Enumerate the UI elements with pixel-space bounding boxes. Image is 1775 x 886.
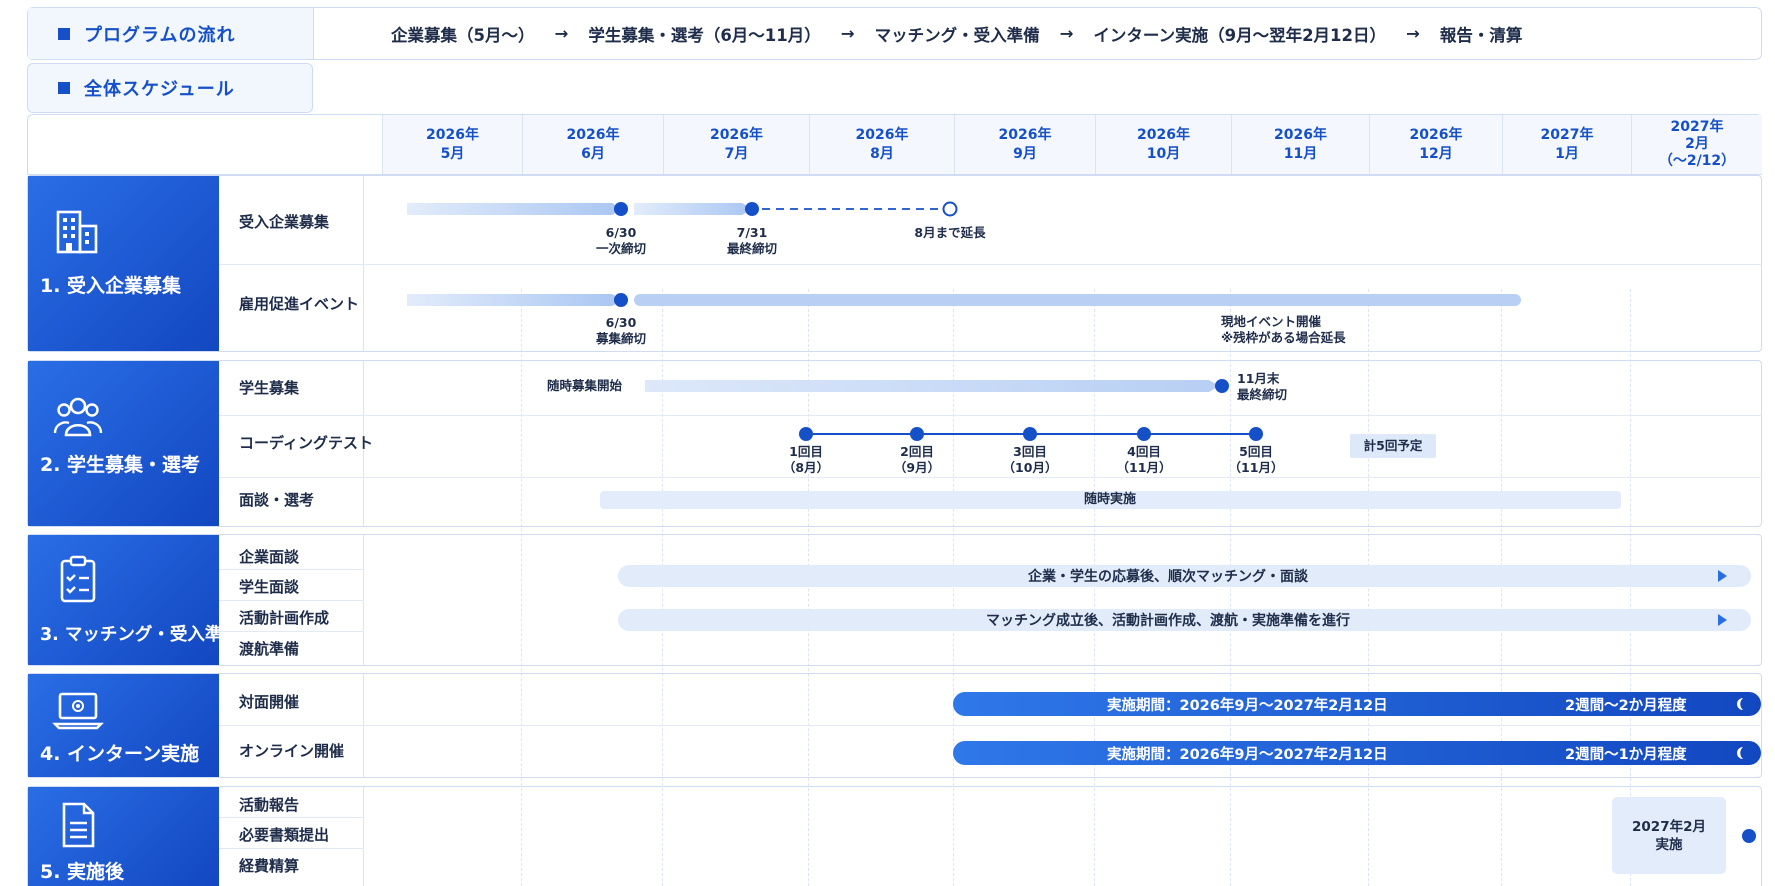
flow-step: 企業募集（5月〜）	[391, 25, 535, 45]
program-flow-steps: 企業募集（5月〜） → 学生募集・選考（6月〜11月） → マッチング・受入準備…	[314, 8, 1761, 59]
bar-company-recruit-1	[407, 203, 622, 215]
flow-step: 学生募集・選考（6月〜11月）	[588, 25, 821, 45]
flow-step: マッチング・受入準備	[874, 25, 1040, 45]
matching-bar-text-1: 企業・学生の応募後、順次マッチング・面談	[1028, 569, 1308, 585]
bar-event-1	[407, 294, 622, 306]
test-total-badge: 計5回予定	[1363, 438, 1423, 453]
recruit-start-label: 随時募集開始	[547, 378, 623, 393]
online-period: 実施期間：2026年9月〜2027年2月12日	[1107, 747, 1388, 763]
milestone-label: 6/30 一次締切	[595, 225, 646, 256]
test-label: 5回目 （11月）	[1228, 444, 1284, 475]
square-bullet-icon	[58, 27, 70, 40]
timeline-overlay	[407, 201, 1761, 874]
recruit-end-label: 11月末 最終締切	[1237, 371, 1288, 402]
test-dot	[1137, 427, 1151, 441]
onsite-duration: 2週間〜2か月程度	[1565, 698, 1687, 714]
milestone-dot	[614, 202, 628, 216]
milestone-dot	[1742, 829, 1756, 843]
bar-student-recruit	[645, 380, 1219, 392]
schedule-grid: 2026年 5月 2026年 6月 2026年 7月 2026年 8月 2026年 9月 …	[27, 114, 1762, 886]
interview-bar-text: 随時実施	[1083, 492, 1136, 507]
milestone-dot	[614, 293, 628, 307]
arrow-right-icon: →	[1059, 24, 1074, 43]
schedule-heading: 全体スケジュール	[27, 63, 313, 113]
onsite-period: 実施期間：2026年9月〜2027年2月12日	[1107, 698, 1388, 714]
test-label: 3回目 （10月）	[1002, 444, 1058, 475]
report-box-text: 2027年2月 実施	[1632, 819, 1706, 853]
milestone-label: 6/30 募集締切	[595, 315, 646, 346]
arrow-right-icon: →	[1406, 24, 1420, 43]
program-flow-bar: プログラムの流れ 企業募集（5月〜） → 学生募集・選考（6月〜11月） → マ…	[27, 7, 1762, 60]
bar-company-recruit-2	[634, 203, 752, 215]
test-label: 4回目 （11月）	[1116, 444, 1172, 475]
milestone-dot	[1215, 379, 1229, 393]
schedule-title: 全体スケジュール	[84, 79, 235, 100]
arrow-right-icon: →	[554, 24, 569, 43]
test-dot	[1249, 427, 1263, 441]
test-label: 1回目 （8月）	[782, 444, 830, 475]
bar-event-2	[634, 294, 1521, 306]
matching-bar-text-2: マッチング成立後、活動計画作成、渡航・実施準備を進行	[986, 613, 1350, 629]
square-bullet-icon	[58, 82, 70, 94]
milestone-label: 8月まで延長	[914, 225, 986, 240]
milestone-dot-open	[942, 201, 958, 217]
test-dot	[1023, 427, 1037, 441]
program-flow-title: プログラムの流れ	[84, 24, 236, 46]
flow-step: インターン実施（9月〜翌年2月12日）	[1093, 25, 1387, 45]
test-dot	[799, 427, 813, 441]
program-flow-label: プログラムの流れ	[28, 8, 314, 59]
online-duration: 2週間〜1か月程度	[1565, 747, 1687, 763]
test-dot	[910, 427, 924, 441]
flow-step: 報告・清算	[1439, 25, 1523, 45]
milestone-label: 7/31 最終締切	[726, 225, 777, 256]
arrow-right-icon: →	[840, 24, 855, 43]
event-note: 現地イベント開催 ※残枠がある場合延長	[1221, 314, 1346, 345]
test-label: 2回目 （9月）	[893, 444, 941, 475]
milestone-dot	[745, 202, 759, 216]
